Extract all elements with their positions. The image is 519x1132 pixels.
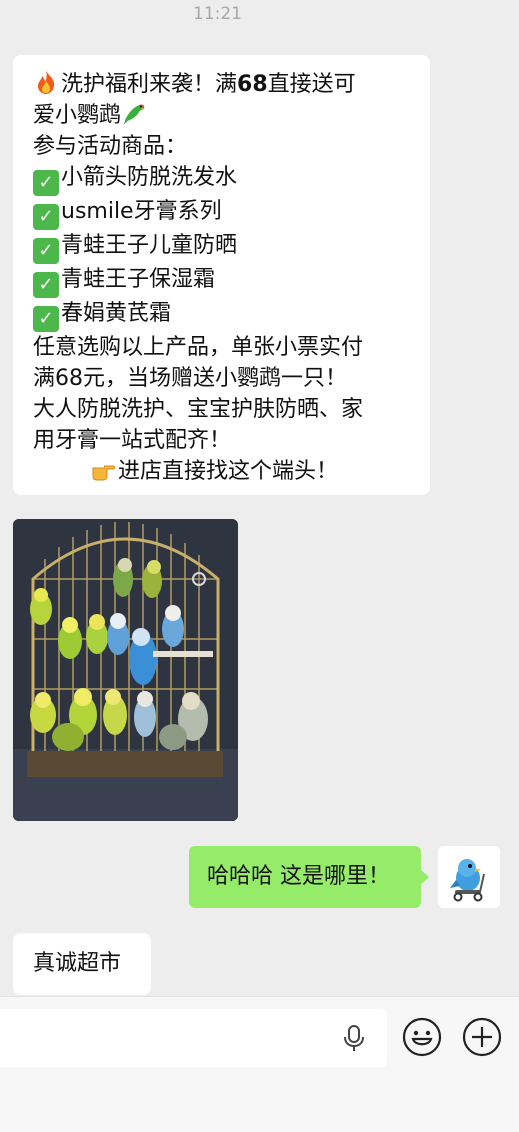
parrot-icon [123,104,146,125]
message-input[interactable] [0,1009,387,1067]
message-bubble-store-name[interactable]: 真诚超市 [13,933,151,995]
mic-icon[interactable] [343,1024,365,1052]
bird-avatar-icon [438,846,500,908]
promo-item-text: 小箭头防脱洗发水 [61,165,238,190]
check-icon: ✓ [33,204,59,230]
promo-line-12: 用牙膏一站式配齐！ [33,428,232,453]
promo-item: ✓ 春娟黄芪霜 [33,298,430,332]
avatar[interactable] [438,846,500,908]
check-icon: ✓ [33,306,59,332]
emoji-icon[interactable] [402,1017,442,1057]
promo-text-1: 洗护福利来袭！满 [61,72,238,97]
promo-line-10: 满68元，当场赠送小鹦鹉一只！ [33,366,347,391]
promo-text-1-tail: 直接送可 [267,72,356,97]
pointing-hand-icon [92,465,115,481]
promo-item-text: 春娟黄芪霜 [61,301,172,326]
chat-input-bar [0,996,519,1132]
message-timestamp: 11:21 [193,4,242,24]
promo-line-3: 参与活动商品： [33,134,188,159]
check-icon: ✓ [33,170,59,196]
promo-item-text: usmile牙膏系列 [61,199,222,224]
promo-item-text: 青蛙王子保湿霜 [61,267,216,292]
promo-line-2: 爱小鹦鹉 [33,100,430,131]
check-icon: ✓ [33,238,59,264]
message-bubble-reply[interactable]: 哈哈哈 这是哪里！ [189,846,429,908]
promo-text-2: 爱小鹦鹉 [33,103,122,128]
promo-item: ✓ 青蛙王子保湿霜 [33,264,430,298]
promo-text-13: 进店直接找这个端头！ [118,459,339,484]
plus-icon[interactable] [462,1017,502,1057]
promo-item: ✓ 小箭头防脱洗发水 [33,162,430,196]
promo-line-13: 进店直接找这个端头！ [33,456,430,487]
fire-icon [38,70,55,94]
budgerigars-in-cage-image [13,519,238,821]
promo-line-11: 大人防脱洗护、宝宝护肤防晒、家 [33,397,364,422]
promo-line-1: 洗护福利来袭！满68直接送可 [33,69,430,100]
promo-item: ✓ 青蛙王子儿童防晒 [33,230,430,264]
parrots-photo[interactable] [13,519,238,821]
message-bubble-promo[interactable]: 洗护福利来袭！满68直接送可 爱小鹦鹉 参与活动商品： ✓ 小箭头防脱洗发水 ✓ u… [13,55,430,495]
promo-threshold: 68 [237,72,268,97]
check-icon: ✓ [33,272,59,298]
promo-item-text: 青蛙王子儿童防晒 [61,233,238,258]
promo-line-9: 任意选购以上产品，单张小票实付 [33,335,364,360]
promo-item: ✓ usmile牙膏系列 [33,196,430,230]
